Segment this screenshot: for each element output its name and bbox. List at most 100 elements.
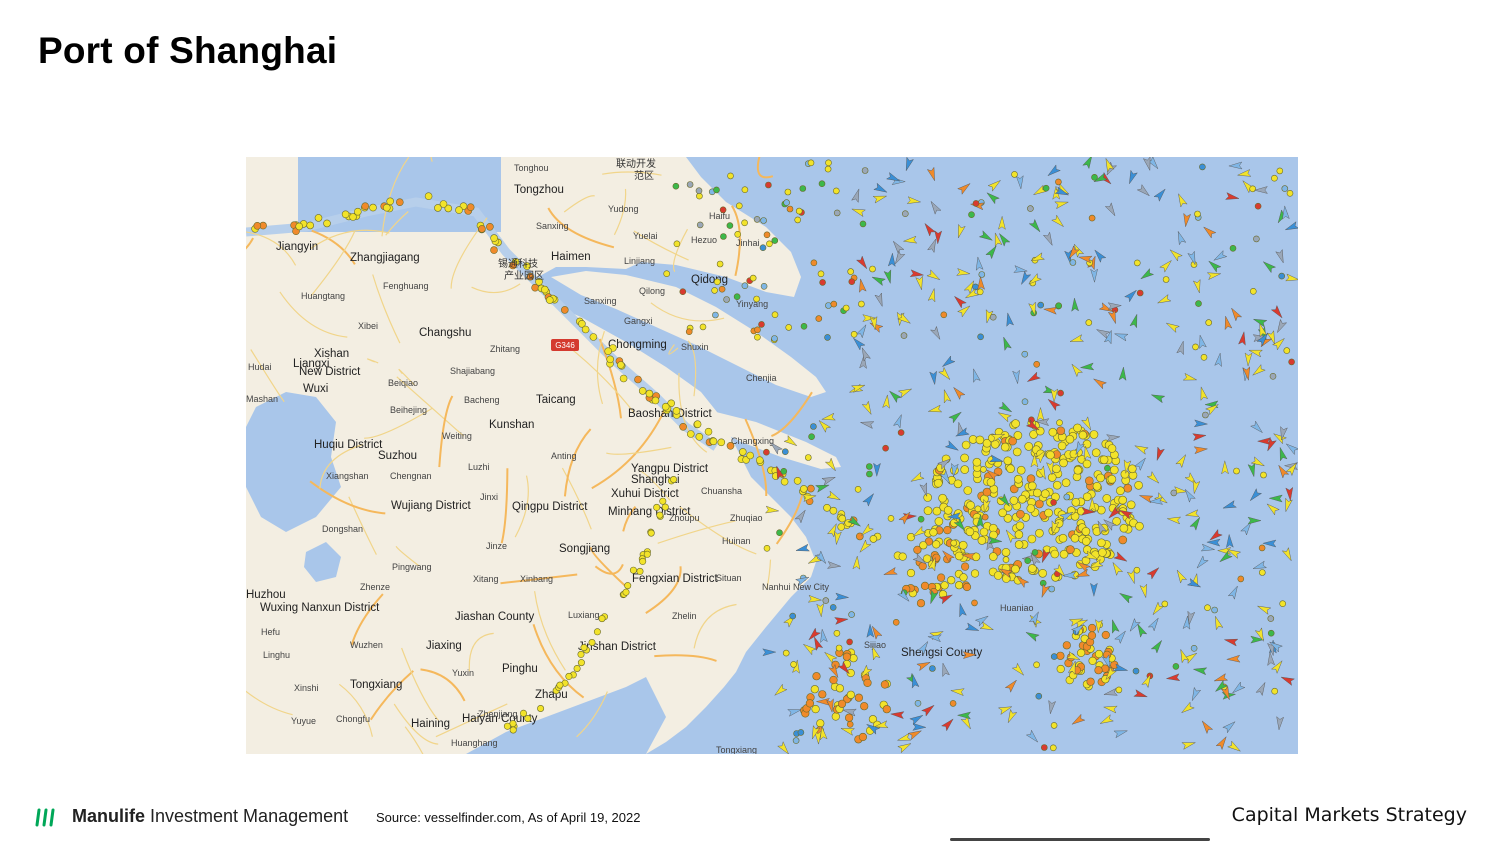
anchored-vessel-marker[interactable] [661,503,669,511]
anchored-vessel-marker[interactable] [573,664,581,672]
anchored-vessel-marker[interactable] [846,690,856,699]
anchored-vessel-marker[interactable] [960,465,970,474]
anchored-vessel-marker[interactable] [1057,389,1064,397]
anchored-vessel-marker[interactable] [696,192,703,200]
anchored-vessel-marker[interactable] [1026,504,1036,513]
anchored-vessel-marker[interactable] [604,347,613,355]
anchored-vessel-marker[interactable] [704,427,713,436]
anchored-vessel-marker[interactable] [1050,653,1058,660]
anchored-vessel-marker[interactable] [1069,259,1077,266]
anchored-vessel-marker[interactable] [854,693,864,702]
anchored-vessel-marker[interactable] [753,295,760,303]
anchored-vessel-marker[interactable] [738,448,747,456]
anchored-vessel-marker[interactable] [914,699,922,707]
anchored-vessel-marker[interactable] [859,220,867,228]
anchored-vessel-marker[interactable] [1260,471,1267,479]
anchored-vessel-marker[interactable] [943,526,952,535]
anchored-vessel-marker[interactable] [917,515,925,523]
anchored-vessel-marker[interactable] [1076,648,1086,658]
anchored-vessel-marker[interactable] [1082,492,1092,502]
anchored-vessel-marker[interactable] [887,515,895,522]
anchored-vessel-marker[interactable] [869,265,876,273]
anchored-vessel-marker[interactable] [763,231,771,239]
anchored-vessel-marker[interactable] [622,588,630,596]
anchored-vessel-marker[interactable] [789,612,797,620]
anchored-vessel-marker[interactable] [932,540,941,549]
anchored-vessel-marker[interactable] [1082,439,1092,449]
anchored-vessel-marker[interactable] [718,285,726,293]
anchored-vessel-marker[interactable] [811,704,820,714]
anchored-vessel-marker[interactable] [1118,535,1128,545]
anchored-vessel-marker[interactable] [800,323,808,330]
anchored-vessel-marker[interactable] [1013,474,1023,484]
anchored-vessel-marker[interactable] [962,582,972,592]
anchored-vessel-marker[interactable] [882,705,891,714]
anchored-vessel-marker[interactable] [858,732,868,742]
anchored-vessel-marker[interactable] [975,435,985,445]
anchored-vessel-marker[interactable] [989,313,997,321]
anchored-vessel-marker[interactable] [771,311,779,318]
anchored-vessel-marker[interactable] [1033,661,1040,669]
anchored-vessel-marker[interactable] [1249,288,1257,295]
anchored-vessel-marker[interactable] [869,535,878,543]
anchored-vessel-marker[interactable] [776,529,783,537]
anchored-vessel-marker[interactable] [1258,569,1266,576]
anchored-vessel-marker[interactable] [1081,527,1091,536]
anchored-vessel-marker[interactable] [763,544,771,552]
anchored-vessel-marker[interactable] [833,629,841,637]
anchored-vessel-marker[interactable] [699,323,707,331]
anchored-vessel-marker[interactable] [960,562,970,571]
anchored-vessel-marker[interactable] [901,210,909,218]
anchored-vessel-marker[interactable] [753,216,761,223]
anchored-vessel-marker[interactable] [1204,604,1211,612]
anchored-vessel-marker[interactable] [1078,430,1088,440]
anchored-vessel-marker[interactable] [634,375,642,384]
anchored-vessel-marker[interactable] [509,726,517,734]
anchored-vessel-marker[interactable] [1088,656,1097,666]
anchored-vessel-marker[interactable] [846,720,854,728]
anchored-vessel-marker[interactable] [766,240,773,248]
anchored-vessel-marker[interactable] [1014,540,1024,549]
anchored-vessel-marker[interactable] [1096,473,1105,483]
anchored-vessel-marker[interactable] [977,536,987,545]
anchored-vessel-marker[interactable] [713,278,721,286]
anchored-vessel-marker[interactable] [1195,300,1202,307]
anchored-vessel-marker[interactable] [953,479,963,489]
anchored-vessel-marker[interactable] [656,511,664,519]
anchored-vessel-marker[interactable] [580,644,588,652]
anchored-vessel-marker[interactable] [838,514,847,523]
anchored-vessel-marker[interactable] [971,599,978,607]
anchored-vessel-marker[interactable] [577,659,585,667]
anchored-vessel-marker[interactable] [974,505,982,513]
anchored-vessel-marker[interactable] [486,223,494,231]
anchored-vessel-marker[interactable] [524,714,532,722]
anchored-vessel-marker[interactable] [741,219,748,227]
anchored-vessel-marker[interactable] [897,429,905,436]
anchored-vessel-marker[interactable] [1035,528,1044,538]
anchored-vessel-marker[interactable] [860,702,869,711]
anchored-vessel-marker[interactable] [1194,210,1201,218]
anchored-vessel-marker[interactable] [1091,448,1101,458]
anchored-vessel-marker[interactable] [850,331,858,338]
anchored-vessel-marker[interactable] [693,420,702,429]
anchored-vessel-marker[interactable] [837,699,847,708]
anchored-vessel-marker[interactable] [940,581,949,590]
anchored-vessel-marker[interactable] [1042,184,1050,192]
anchored-vessel-marker[interactable] [988,552,998,561]
anchored-vessel-marker[interactable] [1276,167,1284,175]
anchored-vessel-marker[interactable] [624,582,632,590]
anchored-vessel-marker[interactable] [1258,544,1266,552]
anchored-vessel-marker[interactable] [959,573,968,582]
anchored-vessel-marker[interactable] [1003,456,1013,466]
anchored-vessel-marker[interactable] [1057,441,1067,451]
anchored-vessel-marker[interactable] [1085,319,1093,326]
anchored-vessel-marker[interactable] [734,231,742,238]
anchored-vessel-marker[interactable] [847,268,855,275]
anchored-vessel-marker[interactable] [1050,722,1058,729]
anchored-vessel-marker[interactable] [825,302,832,309]
anchored-vessel-marker[interactable] [848,611,855,618]
anchored-vessel-marker[interactable] [805,699,815,708]
anchored-vessel-marker[interactable] [1027,205,1034,212]
anchored-vessel-marker[interactable] [830,300,838,308]
anchored-vessel-marker[interactable] [589,333,598,341]
